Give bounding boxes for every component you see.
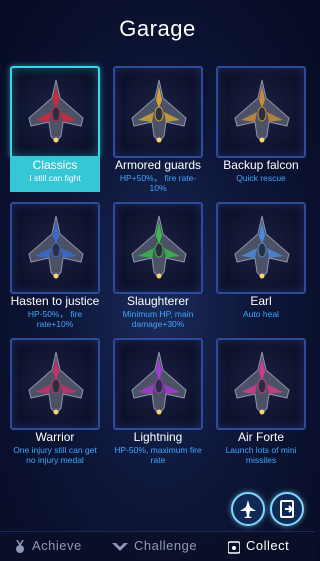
ship-desc: HP+50%， fire rate-10% xyxy=(119,173,197,193)
ship-icon xyxy=(234,79,290,143)
share-icon xyxy=(280,500,294,518)
ship-name: Air Forte xyxy=(237,430,284,444)
ship-name: Classics xyxy=(32,158,78,172)
ship-frame xyxy=(216,202,306,294)
ship-frame xyxy=(216,66,306,158)
chevron-wings-icon xyxy=(112,542,128,551)
ship-frame xyxy=(10,202,100,294)
medal-icon xyxy=(16,539,24,553)
ship-name: Hasten to justice xyxy=(10,294,100,308)
tab-label: Achieve xyxy=(32,538,82,553)
jet-button[interactable] xyxy=(231,492,265,526)
ship-desc: Launch lots of mini missiles xyxy=(225,445,297,465)
tab-challenge[interactable]: Challenge xyxy=(112,538,197,553)
ship-icon xyxy=(234,351,290,415)
ship-icon xyxy=(131,215,187,279)
ship-name: Earl xyxy=(250,294,272,308)
share-button[interactable] xyxy=(270,492,304,526)
ship-frame xyxy=(113,338,203,430)
ship-name: Backup falcon xyxy=(223,158,299,172)
ship-icon xyxy=(131,351,187,415)
ship-desc: I still can fight xyxy=(29,173,81,183)
chest-icon xyxy=(227,540,241,554)
ship-icon xyxy=(28,79,84,143)
ship-desc: Quick rescue xyxy=(236,173,286,183)
ship-frame xyxy=(216,338,306,430)
tab-collect[interactable]: Collect xyxy=(227,538,290,554)
tab-label: Collect xyxy=(246,538,290,553)
ship-desc: HP-50%, maximum fire rate xyxy=(114,445,202,465)
ship-frame xyxy=(10,66,100,158)
ship-name: Lightning xyxy=(133,430,183,444)
ship-desc: One injury still can get no injury medal xyxy=(13,445,97,465)
ship-name: Slaughterer xyxy=(126,294,190,308)
ship-icon xyxy=(28,351,84,415)
ship-icon xyxy=(131,79,187,143)
jet-icon xyxy=(240,500,256,518)
ship-name: Armored guards xyxy=(114,158,202,172)
tab-label: Challenge xyxy=(134,538,198,553)
ship-icon xyxy=(28,215,84,279)
ship-frame xyxy=(10,338,100,430)
ship-icon xyxy=(234,215,290,279)
ship-desc: HP-50%， fire rate+10% xyxy=(27,309,83,329)
ship-frame xyxy=(113,202,203,294)
tab-achieve[interactable]: Achieve xyxy=(14,538,82,554)
bottom-tab-bar: Achieve Challenge Collect xyxy=(0,531,315,561)
ship-frame xyxy=(113,66,203,158)
ship-name: Warrior xyxy=(35,430,75,444)
page-title: Garage xyxy=(119,16,196,41)
ship-desc: Minimum HP, main damage+30% xyxy=(122,309,194,329)
ship-desc: Auto heal xyxy=(243,309,279,319)
